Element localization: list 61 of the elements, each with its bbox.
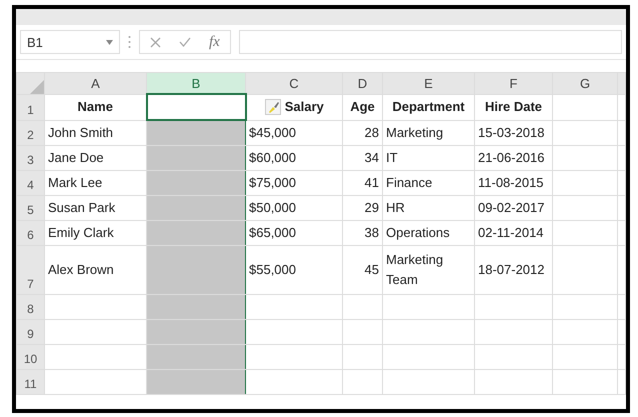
cell-text: Age [350, 98, 375, 116]
row-header[interactable]: 1 [16, 94, 44, 120]
cell-text: Finance [386, 174, 432, 192]
cell-text: IT [386, 149, 398, 167]
row-header[interactable]: 11 [16, 370, 44, 394]
column-header[interactable]: G [552, 72, 618, 94]
row-header[interactable]: 10 [16, 344, 44, 370]
row-header[interactable]: 4 [16, 170, 44, 196]
cell-text: Name [78, 98, 113, 116]
cell-text: $65,000 [249, 224, 296, 242]
cell-text: 41 [364, 174, 379, 192]
cell-text: $50,000 [249, 199, 296, 217]
cell-text: 38 [364, 224, 379, 242]
cell-text: 21-06-2016 [478, 149, 544, 167]
row-header[interactable]: 8 [16, 294, 44, 320]
cancel-icon[interactable] [150, 36, 161, 48]
cell-text: 18-07-2012 [478, 261, 544, 279]
cell-text: $60,000 [249, 149, 296, 167]
cell-text: John Smith [48, 124, 114, 142]
formula-input[interactable] [238, 30, 622, 54]
row-header[interactable]: 6 [16, 220, 44, 246]
row-header[interactable]: 9 [16, 320, 44, 344]
row-header[interactable]: 5 [16, 196, 44, 220]
cell-text: HR [386, 199, 405, 217]
check-icon[interactable] [179, 37, 191, 47]
cell-text: 34 [364, 149, 379, 167]
cell-text: 45 [364, 261, 379, 279]
cell-text: Marketing [386, 124, 444, 142]
cell-text: Operations [386, 224, 450, 242]
row-header[interactable]: 7 [16, 246, 44, 294]
cell-text: Jane Doe [48, 149, 104, 167]
name-box[interactable]: B1 [20, 30, 120, 54]
cell-text: 02-11-2014 [478, 224, 544, 242]
cell-text: Susan Park [48, 199, 116, 217]
column-header[interactable]: D [342, 72, 382, 94]
column-header[interactable]: A [44, 72, 146, 94]
cell-text: 11-08-2015 [478, 174, 544, 192]
cell-text: 09-02-2017 [478, 199, 544, 217]
cell-text: 29 [364, 199, 379, 217]
dropdown-icon[interactable] [106, 40, 113, 44]
cell-text: 28 [364, 124, 379, 142]
cell-text: Marketing Team [386, 251, 444, 289]
insert-function-button[interactable]: fx [209, 34, 220, 50]
cell-text: Emily Clark [48, 224, 114, 242]
column-header[interactable]: B [146, 72, 246, 94]
grip-icon [128, 35, 131, 49]
cell-text: Salary [284, 98, 324, 116]
cell-text: $75,000 [249, 174, 296, 192]
cell-text: Alex Brown [48, 261, 114, 279]
row-header[interactable]: 2 [16, 120, 44, 146]
cell-text: $45,000 [249, 124, 296, 142]
paintbrush-icon[interactable] [264, 99, 281, 115]
cell-text: Hire Date [484, 98, 542, 116]
column-header[interactable]: E [382, 72, 474, 94]
column-header[interactable]: C [246, 72, 342, 94]
row-header[interactable]: 3 [16, 146, 44, 170]
cell-text: $55,000 [249, 261, 296, 279]
cell-text: Mark Lee [48, 174, 102, 192]
column-header[interactable]: F [474, 72, 552, 94]
cell-text: 15-03-2018 [478, 124, 544, 142]
cell-text: Department [392, 98, 465, 116]
